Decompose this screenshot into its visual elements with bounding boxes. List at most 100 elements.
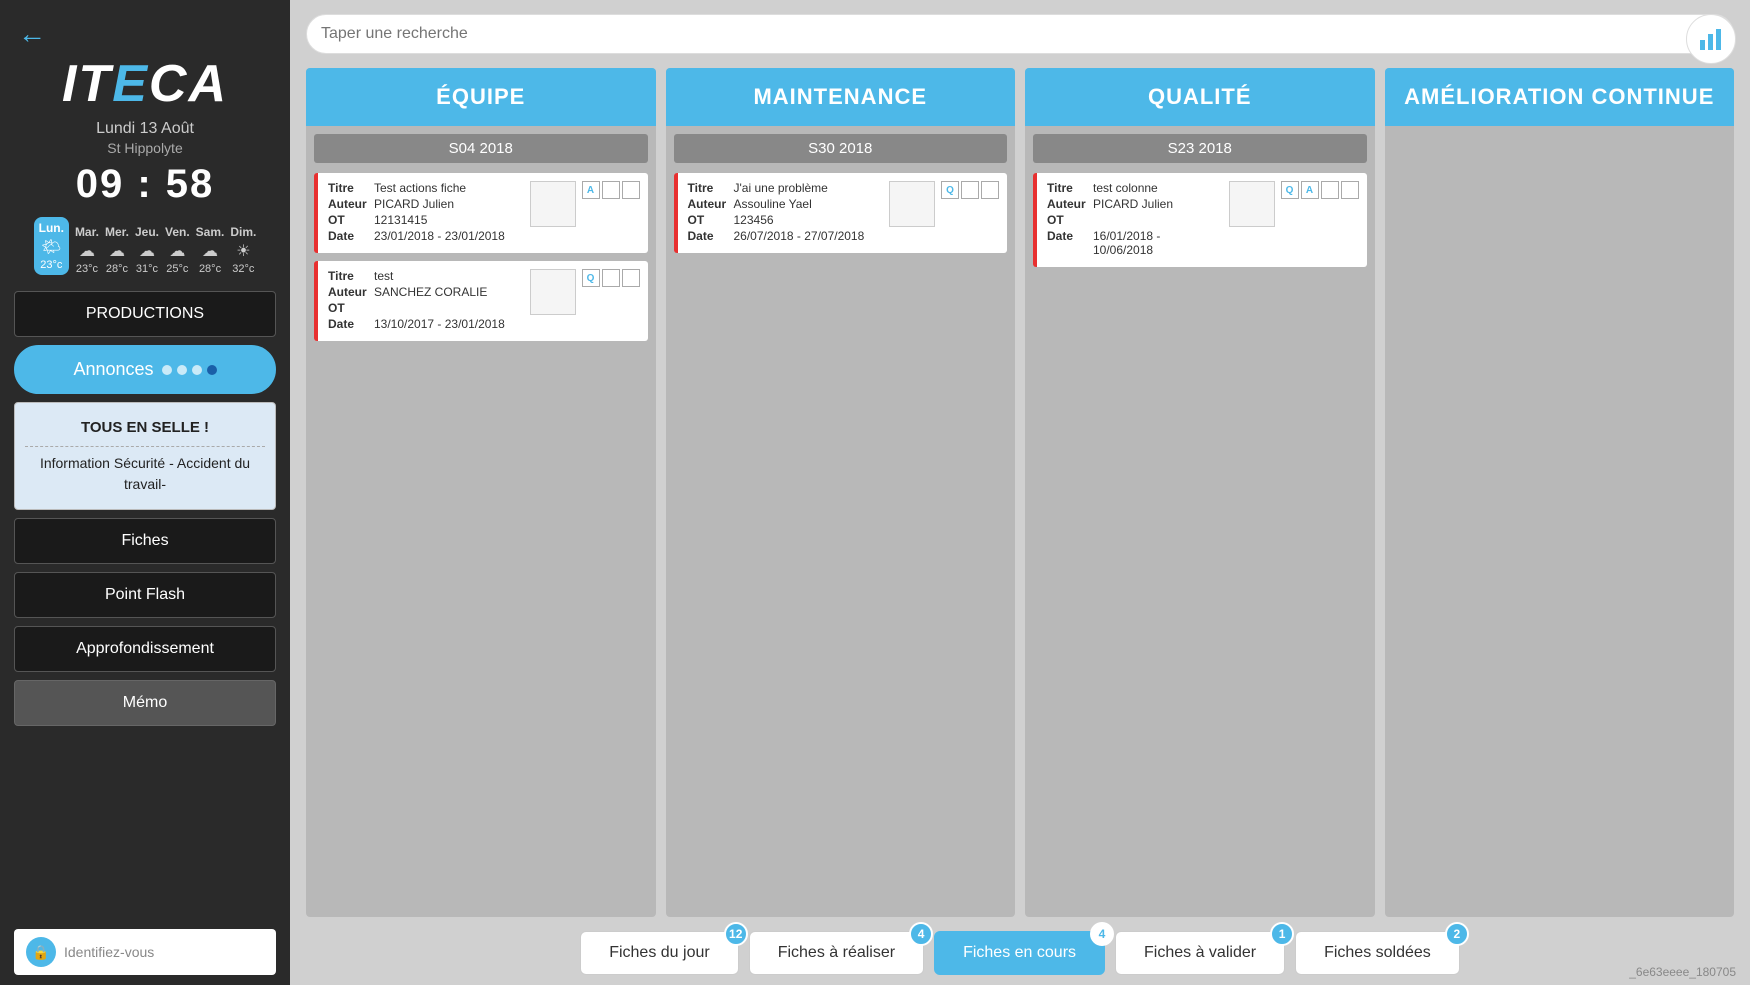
card-action-row: Q — [941, 181, 999, 199]
card-field-row: Date26/07/2018 - 27/07/2018 — [688, 229, 884, 243]
action-box-q[interactable]: Q — [582, 269, 600, 287]
card-field-row: Titretest — [328, 269, 524, 283]
card-fields: Titretest Auteur SANCHEZ CORALIE OT Date13/1… — [328, 269, 524, 333]
kanban-col-amelioration: AMÉLIORATION CONTINUE — [1385, 68, 1735, 917]
field-value: 26/07/2018 - 27/07/2018 — [734, 229, 865, 243]
kanban-card[interactable]: TitreTest actions fiche AuteurPICARD Juli… — [314, 173, 648, 253]
action-box-empty[interactable] — [602, 181, 620, 199]
tab-badge: 4 — [909, 922, 933, 946]
field-label: Titre — [328, 269, 370, 283]
col-cards-amelioration — [1385, 126, 1735, 917]
nav-approfondissement[interactable]: Approfondissement — [14, 626, 276, 672]
field-label: Date — [1047, 229, 1089, 257]
field-label: Auteur — [1047, 197, 1089, 211]
field-value: 123456 — [734, 213, 774, 227]
action-box-q[interactable]: Q — [941, 181, 959, 199]
card-field-row: TitreJ'ai une problème — [688, 181, 884, 195]
field-value: 13/10/2017 - 23/01/2018 — [374, 317, 505, 331]
main-content: ✕ ÉQUIPE S04 2018 TitreTest actions fiche A… — [290, 0, 1750, 985]
field-label: Auteur — [688, 197, 730, 211]
card-action-buttons: QA — [1281, 181, 1359, 199]
card-field-row: TitreTest actions fiche — [328, 181, 524, 195]
sidebar: ← ITECA Lundi 13 Août St Hippolyte 09 : … — [0, 0, 290, 985]
footer-label: _6e63eeee_180705 — [1629, 965, 1736, 979]
back-button[interactable]: ← — [18, 18, 46, 50]
field-label: Titre — [328, 181, 370, 195]
dot-3 — [192, 365, 202, 375]
sidebar-time: 09 : 58 — [76, 162, 215, 207]
col-header-equipe: ÉQUIPE — [306, 68, 656, 126]
login-label: Identifiez-vous — [64, 944, 154, 960]
card-thumbnail — [1229, 181, 1275, 227]
dot-1 — [162, 365, 172, 375]
card-field-row: Titretest colonne — [1047, 181, 1223, 195]
field-label: OT — [688, 213, 730, 227]
col-period-maintenance: S30 2018 — [674, 134, 1008, 163]
action-box-empty[interactable] — [981, 181, 999, 199]
action-box-empty[interactable] — [622, 181, 640, 199]
card-field-row: Date13/10/2017 - 23/01/2018 — [328, 317, 524, 331]
nav-annonces[interactable]: Annonces — [14, 345, 276, 394]
nav-memo[interactable]: Mémo — [14, 680, 276, 726]
action-box-empty[interactable] — [622, 269, 640, 287]
kanban-card[interactable]: TitreJ'ai une problèmeAuteurAssouline Ya… — [674, 173, 1008, 253]
field-value: 12131415 — [374, 213, 427, 227]
announcements-content: TOUS EN SELLE ! Information Sécurité - A… — [14, 402, 276, 510]
tab-fiches-du-jour[interactable]: Fiches du jour12 — [580, 931, 739, 975]
tab-fiches-à-valider[interactable]: Fiches à valider1 — [1115, 931, 1285, 975]
stats-button[interactable] — [1686, 14, 1736, 64]
card-action-row: Q — [582, 269, 640, 287]
weather-row: Lun.🌤23°cMar.☁23°cMer.☁28°cJeu.☁31°cVen.… — [34, 217, 257, 275]
col-period-qualite: S23 2018 — [1033, 134, 1367, 163]
weather-day: Mar.☁23°c — [75, 225, 99, 275]
field-value: 16/01/2018 - 10/06/2018 — [1093, 229, 1223, 257]
stats-icon — [1698, 26, 1724, 52]
tab-badge: 12 — [724, 922, 748, 946]
card-field-row: AuteurPICARD Julien — [328, 197, 524, 211]
field-label: Auteur — [328, 285, 370, 299]
action-box-empty[interactable] — [1321, 181, 1339, 199]
login-area[interactable]: 🔒 Identifiez-vous — [14, 929, 276, 975]
weather-day: Lun.🌤23°c — [34, 217, 69, 275]
nav-productions[interactable]: PRODUCTIONS — [14, 291, 276, 337]
nav-point-flash[interactable]: Point Flash — [14, 572, 276, 618]
col-cards-maintenance: TitreJ'ai une problèmeAuteurAssouline Ya… — [666, 169, 1016, 917]
tab-fiches-à-réaliser[interactable]: Fiches à réaliser4 — [749, 931, 924, 975]
search-bar: ✕ — [306, 14, 1734, 54]
col-period-equipe: S04 2018 — [314, 134, 648, 163]
action-box-empty[interactable] — [961, 181, 979, 199]
tab-fiches-soldées[interactable]: Fiches soldées2 — [1295, 931, 1460, 975]
field-label: OT — [328, 301, 370, 315]
lock-icon: 🔒 — [26, 937, 56, 967]
card-field-row: OT 123456 — [688, 213, 884, 227]
tab-fiches-en-cours[interactable]: Fiches en cours4 — [934, 931, 1105, 975]
action-box-a[interactable]: A — [1301, 181, 1319, 199]
nav-fiches[interactable]: Fiches — [14, 518, 276, 564]
weather-day: Jeu.☁31°c — [135, 225, 159, 275]
card-field-row: Auteur PICARD Julien — [1047, 197, 1223, 211]
card-action-row: QA — [1281, 181, 1359, 199]
kanban-card[interactable]: Titretest Auteur SANCHEZ CORALIE OT Date13/1… — [314, 261, 648, 341]
kanban-col-qualite: QUALITÉS23 2018Titretest colonneAuteurPI… — [1025, 68, 1375, 917]
annonces-label: Annonces — [73, 359, 153, 380]
action-box-empty[interactable] — [602, 269, 620, 287]
weather-day: Mer.☁28°c — [105, 225, 129, 275]
annonces-dots — [162, 365, 217, 375]
weather-day: Sam.☁28°c — [196, 225, 225, 275]
field-value: PICARD Julien — [1093, 197, 1173, 211]
kanban-col-maintenance: MAINTENANCES30 2018TitreJ'ai une problèm… — [666, 68, 1016, 917]
action-box-q[interactable]: Q — [1281, 181, 1299, 199]
field-label: OT — [1047, 213, 1089, 227]
search-input[interactable] — [321, 25, 1683, 43]
col-cards-qualite: Titretest colonne Auteur PICARD Julien OT Da… — [1025, 169, 1375, 917]
card-thumbnail — [530, 181, 576, 227]
action-box-empty[interactable] — [1341, 181, 1359, 199]
card-action-buttons: Q — [941, 181, 999, 199]
logo: ITECA — [62, 58, 228, 110]
ann1-title: TOUS EN SELLE ! — [25, 417, 265, 440]
kanban-card[interactable]: Titretest colonne Auteur PICARD Julien OT Da… — [1033, 173, 1367, 267]
weather-day: Ven.☁25°c — [165, 225, 190, 275]
card-field-row: OT — [1047, 213, 1223, 227]
action-box-a[interactable]: A — [582, 181, 600, 199]
field-value: SANCHEZ CORALIE — [374, 285, 487, 299]
